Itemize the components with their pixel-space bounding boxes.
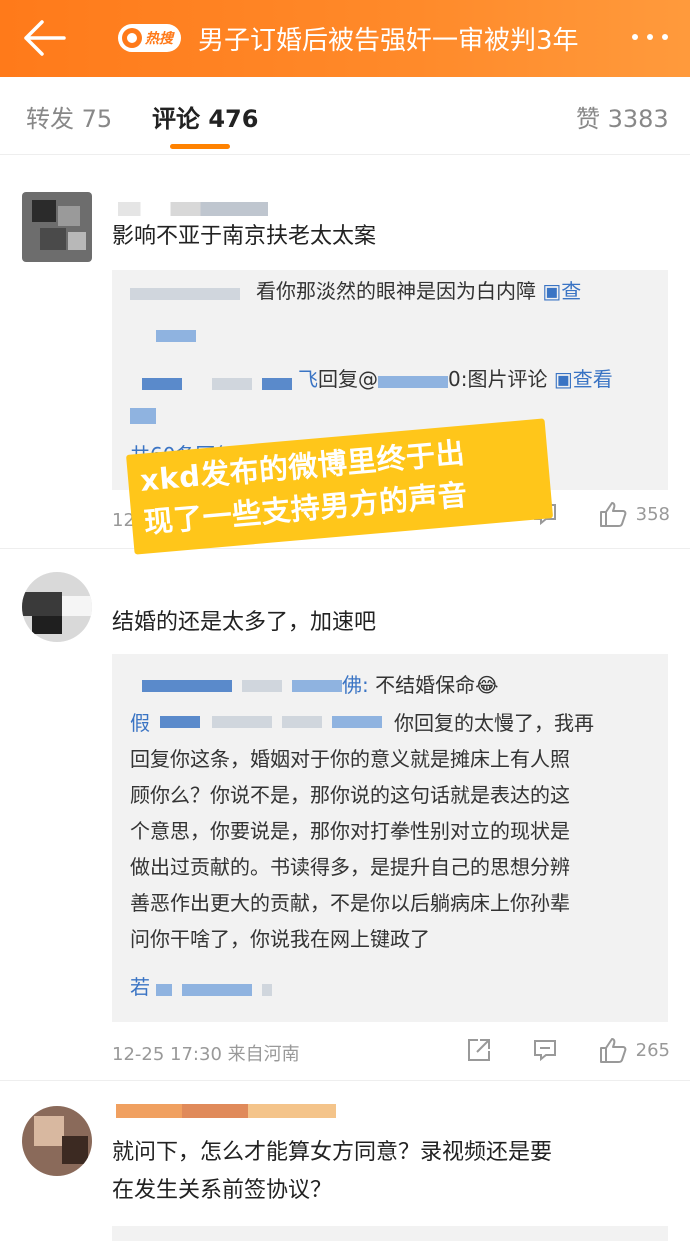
comment-text: 就问下，怎么才能算女方同意？录视频还是要 在发生关系前签协议？ — [112, 1134, 552, 1210]
username-masked[interactable] — [118, 202, 268, 216]
avatar[interactable] — [22, 192, 92, 262]
image-icon[interactable]: ▣ — [542, 279, 561, 303]
comment-meta: 12-25 17:30 来自河南 — [112, 1044, 300, 1065]
like-button[interactable]: 265 — [598, 1036, 670, 1064]
tab-comments[interactable]: 评论 476 — [152, 99, 258, 134]
avatar[interactable] — [22, 1106, 92, 1176]
tab-likes[interactable]: 赞 3383 — [576, 99, 669, 134]
view-image-link[interactable]: 查看 — [573, 367, 613, 391]
tab-repost[interactable]: 转发 75 — [26, 99, 112, 134]
reply-line: 问你干啥了，你说我在网上键政了 — [130, 927, 430, 951]
reply-line: 个意思，你要说是，那你对打拳性别对立的现状是 — [130, 819, 570, 843]
reply-line: 善恶作出更大的贡献，不是你以后躺病床上你孙辈 — [130, 891, 570, 915]
back-arrow-icon[interactable] — [20, 18, 68, 58]
reply-line: 佛: 不结婚保命😂 — [342, 673, 499, 697]
avatar[interactable] — [22, 572, 92, 642]
image-icon[interactable]: ▣ — [554, 367, 573, 391]
hot-search-label: 热搜 — [145, 31, 173, 47]
page-title: 男子订婚后被告强奸一审被判3年 — [198, 26, 579, 56]
hot-search-icon — [122, 28, 142, 48]
comment-text: 影响不亚于南京扶老太太案 — [112, 224, 377, 249]
like-count: 358 — [635, 503, 670, 525]
thumbs-up-icon — [599, 502, 627, 527]
top-bar: 热搜 男子订婚后被告强奸一审被判3年 — [0, 0, 690, 77]
reply-line: 假 — [130, 711, 150, 735]
comment-icon — [533, 1040, 556, 1062]
comment-text-line: 在发生关系前签协议？ — [112, 1178, 333, 1203]
like-count: 265 — [635, 1039, 670, 1061]
emoji-icon: 😂 — [475, 673, 499, 697]
share-icon — [467, 1039, 490, 1061]
reply-line: 你回复的太慢了，我再 — [394, 711, 594, 735]
comment-item: 结婚的还是太多了，加速吧 佛: 不结婚保命😂 假 你回复的太慢了，我再 回复你这… — [0, 550, 690, 1080]
comment-item: 就问下，怎么才能算女方同意？录视频还是要 在发生关系前签协议？ — [0, 1082, 690, 1241]
reply-box[interactable]: 佛: 不结婚保命😂 假 你回复的太慢了，我再 回复你这条，婚姻对于你的意义就是摊… — [112, 654, 668, 1022]
share-button[interactable] — [466, 1037, 492, 1063]
reply-line: 回复你这条，婚姻对于你的意义就是摊床上有人照 — [130, 747, 570, 771]
reply-line: 飞回复@ 0:图片评论 ▣查看 — [298, 367, 613, 391]
thumbs-up-icon — [599, 1038, 627, 1063]
active-tab-indicator — [170, 144, 230, 149]
comment-actions: 265 — [426, 1036, 670, 1064]
username-masked[interactable] — [116, 1104, 336, 1118]
comment-text: 结婚的还是太多了，加速吧 — [112, 610, 377, 635]
reply-box[interactable] — [112, 1226, 668, 1241]
more-dots-icon[interactable] — [632, 34, 668, 40]
reply-line: 做出过贡献的。书读得多，是提升自己的思想分辨 — [130, 855, 570, 879]
comment-button[interactable] — [532, 1037, 558, 1063]
comment-text-line: 就问下，怎么才能算女方同意？录视频还是要 — [112, 1140, 553, 1165]
reply-line: 顾你么？你说不是，那你说的这句话就是表达的这 — [130, 783, 570, 807]
like-button[interactable]: 358 — [598, 500, 670, 528]
reply-line: 看你那淡然的眼神是因为白内障 ▣查 — [256, 279, 582, 303]
hot-search-badge[interactable]: 热搜 — [118, 24, 181, 52]
view-image-link[interactable]: 查 — [561, 279, 581, 303]
reply-line[interactable]: 若 — [130, 972, 150, 1002]
tab-bar: 转发 75 评论 476 赞 3383 — [0, 77, 690, 155]
